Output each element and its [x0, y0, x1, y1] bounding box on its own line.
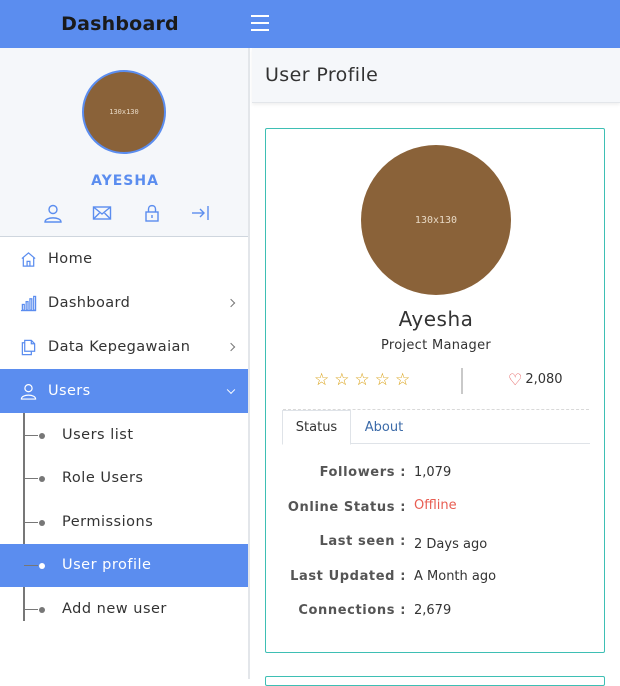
submenu-label: Users list: [62, 426, 134, 443]
star-icon[interactable]: ☆: [375, 370, 390, 390]
logout-icon[interactable]: [190, 203, 212, 223]
tree-branch: [24, 565, 38, 567]
tree-branch: [24, 521, 38, 523]
profile-card: 130x130 Ayesha Project Manager ☆ ☆ ☆ ☆ ☆…: [265, 128, 605, 653]
submenu-item-role-users[interactable]: Role Users: [0, 457, 248, 501]
submenu-label: Permissions: [62, 513, 154, 530]
profile-name: Ayesha: [398, 307, 474, 331]
submenu-label: Role Users: [62, 470, 144, 487]
chevron-right-icon: [226, 342, 236, 352]
sidebar-item-label: Dashboard: [48, 295, 131, 311]
next-card: [265, 676, 605, 686]
sidebar-item-label: Users: [48, 383, 91, 399]
submenu-item-add-new-user[interactable]: Add new user: [0, 587, 248, 631]
profile-avatar: 130x130: [361, 145, 511, 295]
last-updated-label: Last Updated :: [290, 569, 406, 584]
sidebar-profile: 130x130 AYESHA: [0, 48, 248, 237]
sidebar-avatar[interactable]: 130x130: [82, 70, 166, 154]
online-status-value: Offline: [414, 498, 457, 513]
chevron-right-icon: [226, 298, 236, 308]
star-icon[interactable]: ☆: [395, 370, 410, 390]
chevron-down-icon: [226, 385, 236, 395]
users-submenu: Users list Role Users Permissions User p…: [0, 413, 248, 631]
page-title: User Profile: [265, 64, 379, 86]
user-icon: [20, 383, 37, 400]
bullet-icon: [39, 519, 45, 526]
sidebar-profile-actions: [42, 203, 212, 223]
tab-status[interactable]: Status: [282, 410, 351, 445]
heart-icon[interactable]: ♡: [508, 370, 522, 389]
sidebar-item-label: Home: [48, 251, 93, 267]
tab-about[interactable]: About: [351, 410, 417, 444]
online-status-label: Online Status :: [287, 500, 406, 515]
sidebar-user-name: AYESHA: [91, 173, 159, 189]
last-updated-value: A Month ago: [414, 569, 497, 584]
followers-label: Followers :: [319, 465, 406, 480]
documents-icon: [21, 339, 36, 355]
brand-title[interactable]: Dashboard: [0, 0, 240, 48]
menu-toggle-icon[interactable]: [251, 15, 269, 31]
connections-label: Connections :: [298, 603, 406, 618]
likes-counter: ♡ 2,080: [508, 370, 563, 389]
profile-tabs: Status About: [282, 410, 590, 445]
sidebar-item-users[interactable]: Users: [0, 369, 248, 413]
star-rating: ☆ ☆ ☆ ☆ ☆: [314, 370, 410, 390]
bullet-icon: [39, 606, 45, 613]
mail-icon[interactable]: [91, 203, 113, 223]
sidebar-item-data-kepegawaian[interactable]: Data Kepegawaian: [0, 325, 248, 369]
sidebar-item-label: Data Kepegawaian: [48, 339, 191, 355]
submenu-label: Add new user: [62, 600, 167, 617]
tree-branch: [24, 608, 38, 610]
sidebar: 130x130 AYESHA Home Dashboard Data Kepeg…: [0, 48, 250, 679]
sidebar-item-dashboard[interactable]: Dashboard: [0, 281, 248, 325]
likes-count: 2,080: [525, 372, 563, 387]
submenu-item-permissions[interactable]: Permissions: [0, 500, 248, 544]
connections-value: 2,679: [414, 603, 452, 618]
sidebar-menu: Home Dashboard Data Kepegawaian Users: [0, 237, 248, 413]
submenu-item-users-list[interactable]: Users list: [0, 413, 248, 457]
star-icon[interactable]: ☆: [314, 370, 329, 390]
rating-divider: [461, 368, 463, 394]
star-icon[interactable]: ☆: [355, 370, 370, 390]
last-seen-label: Last seen :: [319, 534, 406, 549]
top-navbar: Dashboard: [0, 0, 620, 48]
user-icon[interactable]: [42, 203, 64, 223]
bullet-icon: [39, 432, 45, 439]
submenu-item-user-profile[interactable]: User profile: [0, 543, 248, 587]
page-header: User Profile: [252, 48, 620, 103]
profile-role: Project Manager: [380, 338, 492, 353]
followers-value: 1,079: [414, 465, 452, 480]
home-icon: [21, 251, 36, 267]
tree-branch: [24, 478, 38, 480]
lock-icon[interactable]: [141, 203, 163, 223]
last-seen-value: 2 Days ago: [414, 537, 488, 552]
bar-chart-icon: [20, 295, 37, 311]
bullet-icon: [39, 476, 45, 483]
sidebar-item-home[interactable]: Home: [0, 237, 248, 281]
submenu-label: User profile: [62, 557, 152, 574]
tree-branch: [24, 434, 38, 436]
star-icon[interactable]: ☆: [334, 370, 349, 390]
bullet-icon: [39, 563, 45, 570]
